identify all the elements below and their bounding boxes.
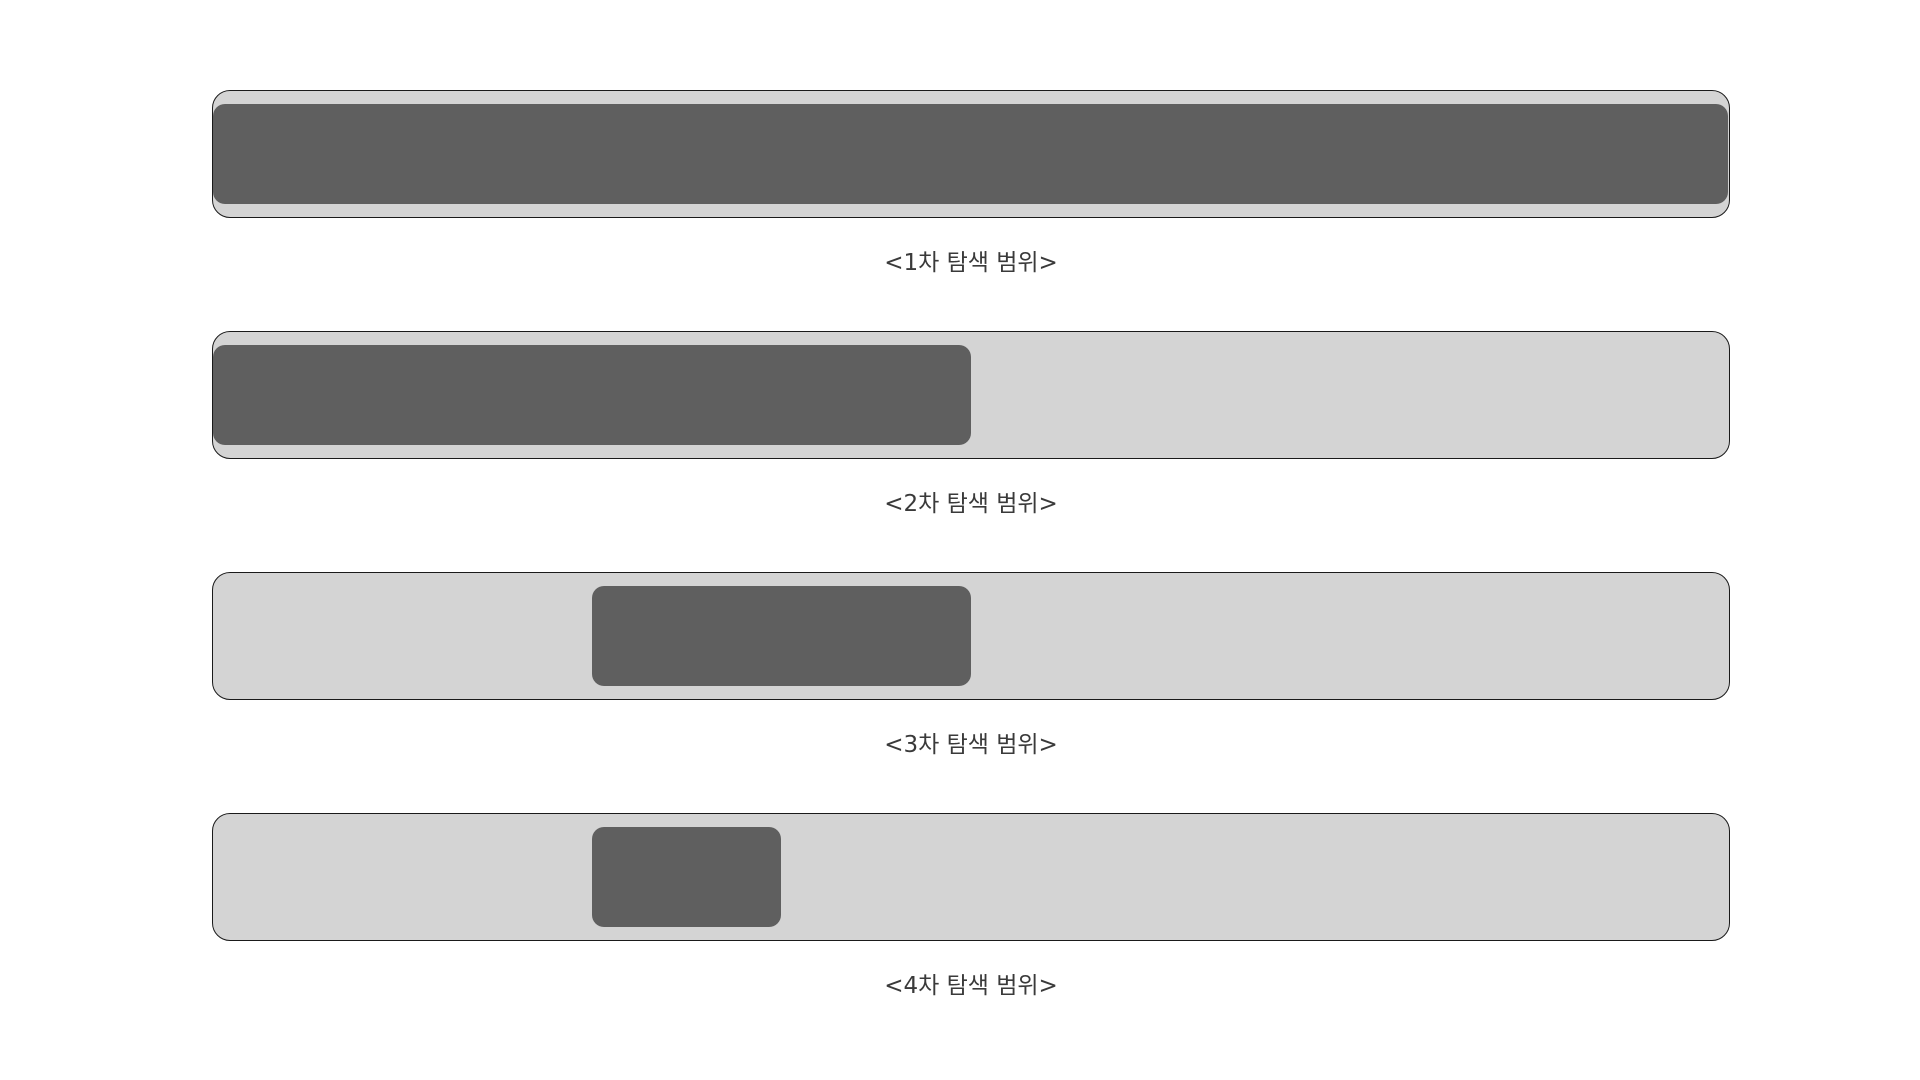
- search-stage-2: <2차 탐색 범위>: [212, 331, 1730, 517]
- search-space-bar: [212, 813, 1730, 941]
- stage-caption: <4차 탐색 범위>: [884, 973, 1058, 999]
- search-range-highlight: [213, 345, 971, 445]
- search-stage-3: <3차 탐색 범위>: [212, 572, 1730, 758]
- search-stage-1: <1차 탐색 범위>: [212, 90, 1730, 276]
- search-range-highlight: [591, 586, 971, 686]
- search-space-bar: [212, 331, 1730, 459]
- stage-caption: <3차 탐색 범위>: [884, 732, 1058, 758]
- search-space-bar: [212, 572, 1730, 700]
- search-range-highlight: [213, 104, 1728, 204]
- search-range-highlight: [591, 827, 782, 927]
- stage-caption: <2차 탐색 범위>: [884, 491, 1058, 517]
- stage-caption: <1차 탐색 범위>: [884, 250, 1058, 276]
- search-space-bar: [212, 90, 1730, 218]
- search-stage-4: <4차 탐색 범위>: [212, 813, 1730, 999]
